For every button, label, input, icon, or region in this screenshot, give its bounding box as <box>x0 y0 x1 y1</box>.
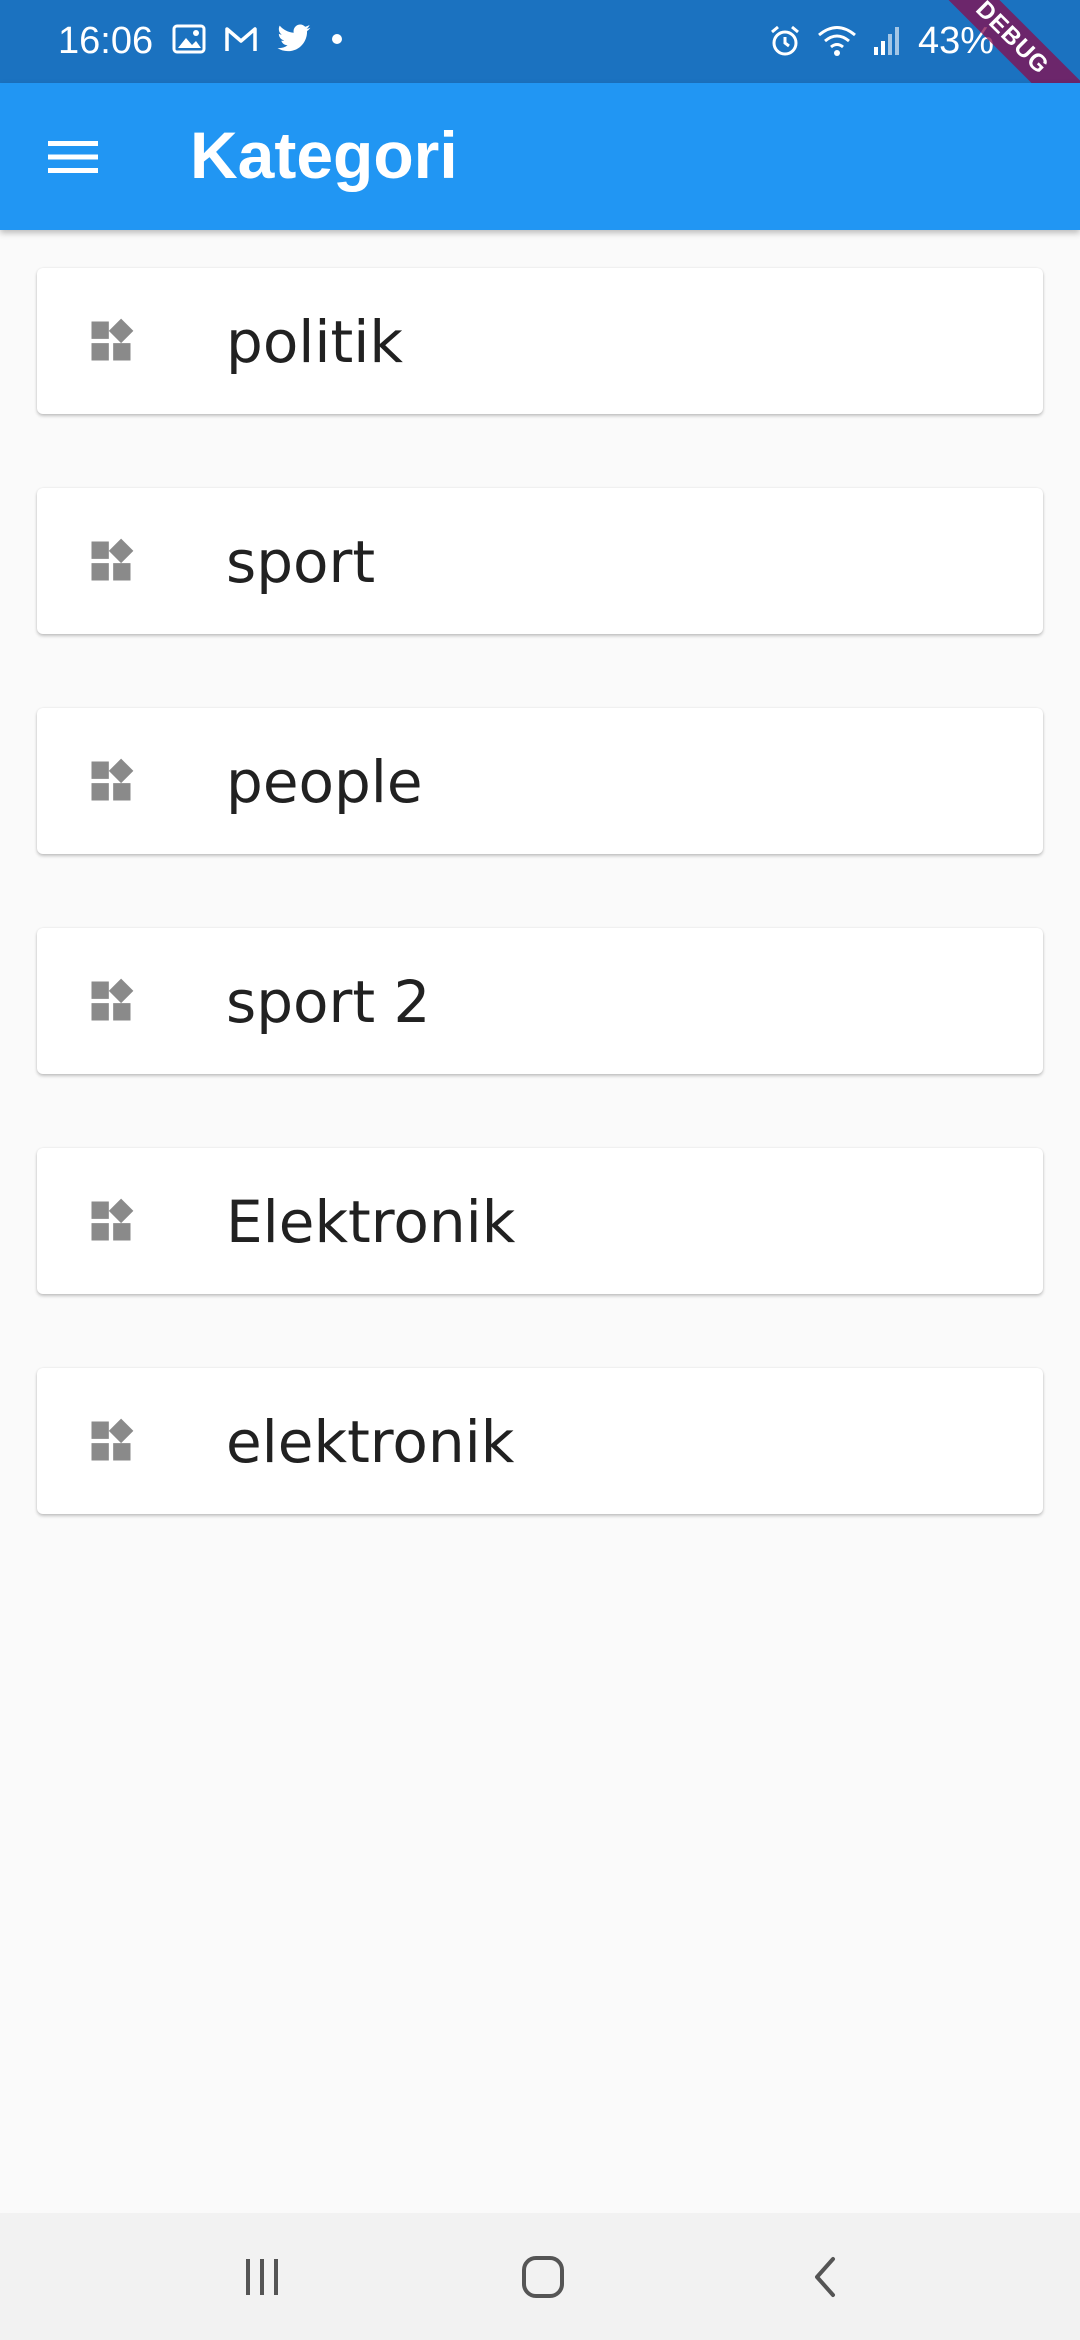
list-item[interactable]: Elektronik <box>37 1148 1043 1294</box>
dot-icon <box>332 34 342 44</box>
list-item-label: elektronik <box>226 1408 515 1476</box>
widgets-icon <box>91 1198 134 1241</box>
wifi-icon <box>818 26 856 56</box>
widgets-icon <box>91 978 134 1021</box>
signal-icon <box>874 27 899 55</box>
widgets-icon <box>91 758 134 801</box>
widgets-icon <box>91 1418 134 1461</box>
system-navigation-bar <box>0 2213 1080 2340</box>
home-button[interactable] <box>513 2251 573 2303</box>
recent-apps-icon <box>246 2259 278 2295</box>
list-item-label: sport 2 <box>226 968 431 1036</box>
menu-button[interactable] <box>38 125 108 189</box>
gmail-icon <box>225 27 257 51</box>
home-icon <box>522 2256 564 2298</box>
category-list: politik sport people sport 2 Elektronik … <box>37 268 1043 1588</box>
list-item-label: sport <box>226 528 376 596</box>
list-item[interactable]: people <box>37 708 1043 854</box>
status-time: 16:06 <box>58 20 154 62</box>
widgets-icon <box>91 538 134 581</box>
status-bar: 16:06 43% <box>0 0 1080 83</box>
app-bar: Kategori <box>0 83 1080 230</box>
twitter-icon <box>277 24 311 52</box>
widgets-icon <box>91 318 134 361</box>
back-button[interactable] <box>794 2251 854 2303</box>
list-item[interactable]: elektronik <box>37 1368 1043 1514</box>
menu-icon <box>48 141 98 173</box>
status-system-icons <box>768 24 902 58</box>
gallery-icon <box>172 24 206 54</box>
list-item-label: politik <box>226 308 403 376</box>
list-item-label: people <box>226 748 423 816</box>
list-item[interactable]: sport <box>37 488 1043 634</box>
list-item[interactable]: sport 2 <box>37 928 1043 1074</box>
list-item[interactable]: politik <box>37 268 1043 414</box>
alarm-icon <box>771 25 799 56</box>
list-item-label: Elektronik <box>226 1188 516 1256</box>
page-title: Kategori <box>190 118 458 192</box>
status-notification-icons <box>172 24 344 54</box>
back-icon <box>815 2257 835 2297</box>
recent-apps-button[interactable] <box>232 2251 292 2303</box>
